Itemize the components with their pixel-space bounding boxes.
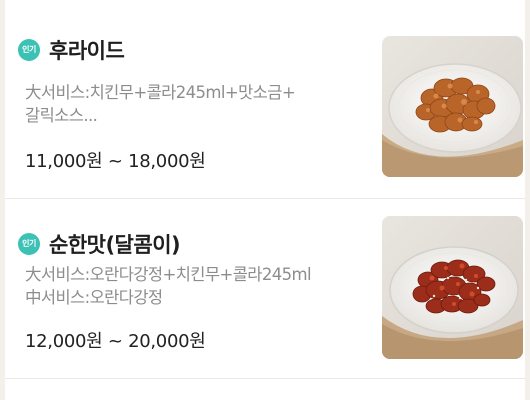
popular-badge: 인기: [18, 39, 40, 61]
menu-item-fried[interactable]: 인기 후라이드 大서비스:치킨무+콜라245ml+맛소금+ 갈릭소스... 11…: [5, 17, 525, 195]
description-line: 갈릭소스...: [25, 106, 98, 125]
menu-list: 인기 후라이드 大서비스:치킨무+콜라245ml+맛소금+ 갈릭소스... 11…: [5, 0, 525, 400]
sweet-chicken-image: [382, 216, 523, 359]
item-divider: [5, 198, 525, 199]
description-line: 大서비스:치킨무+콜라245ml+맛소금+: [25, 83, 296, 102]
description-line: 中서비스:오란다강정: [25, 288, 163, 307]
menu-item-price: 11,000원 ~ 18,000원: [25, 151, 206, 172]
description-line: 大서비스:오란다강정+치킨무+콜라245ml: [25, 265, 312, 284]
menu-item-name: 순한맛(달콤이): [49, 233, 181, 257]
item-divider: [5, 378, 525, 379]
menu-item-price: 12,000원 ~ 20,000원: [25, 331, 206, 352]
menu-item-sweet[interactable]: 인기 순한맛(달콤이) 大서비스:오란다강정+치킨무+콜라245ml 中서비스:…: [5, 211, 525, 389]
menu-item-description: 大서비스:치킨무+콜라245ml+맛소금+ 갈릭소스...: [25, 81, 375, 127]
menu-item-description: 大서비스:오란다강정+치킨무+콜라245ml 中서비스:오란다강정: [25, 263, 375, 309]
popular-badge: 인기: [18, 233, 40, 255]
fried-chicken-image: [382, 36, 523, 177]
menu-item-name: 후라이드: [49, 39, 125, 63]
